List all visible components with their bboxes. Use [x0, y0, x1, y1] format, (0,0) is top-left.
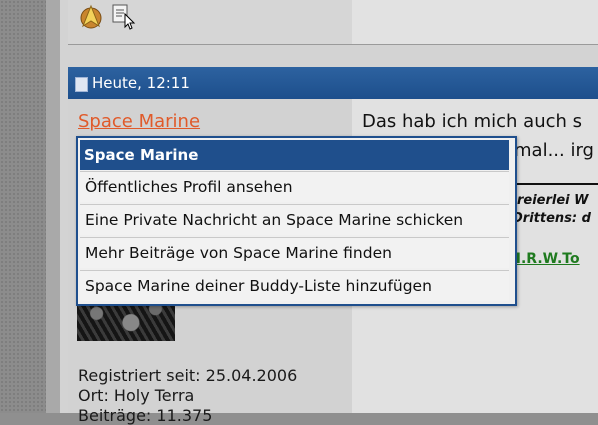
- menu-item-add-to-buddy-list[interactable]: Space Marine deiner Buddy-Liste hinzufüg…: [80, 270, 509, 301]
- location: Ort: Holy Terra: [78, 386, 195, 405]
- menu-item-view-profile[interactable]: Öffentliches Profil ansehen: [80, 171, 509, 202]
- signature-line-2: Drittens: d: [512, 211, 591, 226]
- starfleet-badge-icon[interactable]: [77, 2, 105, 30]
- previous-post-footer: [68, 0, 598, 45]
- menu-item-find-more-posts[interactable]: Mehr Beiträge von Space Marine finden: [80, 237, 509, 268]
- registered-since: Registriert seit: 25.04.2006: [78, 366, 298, 385]
- post-text-line-1: Das hab ich mich auch s: [362, 111, 583, 132]
- post-document-icon: [75, 77, 88, 92]
- menu-item-send-private-message[interactable]: Eine Private Nachricht an Space Marine s…: [80, 204, 509, 235]
- post-header: Heute, 12:11: [68, 67, 598, 99]
- signature-line-1: reierlei W: [517, 193, 589, 208]
- username-link[interactable]: Space Marine: [78, 111, 200, 132]
- page-background: [0, 0, 46, 413]
- user-popup-menu: Space Marine Öffentliches Profil ansehen…: [76, 136, 517, 306]
- popup-menu-title: Space Marine: [80, 140, 509, 170]
- quote-cursor-icon[interactable]: [110, 2, 138, 30]
- post-count: Beiträge: 11.375: [78, 406, 213, 425]
- post-date: Heute, 12:11: [92, 74, 190, 92]
- signature-divider: [517, 183, 598, 185]
- post-text-line-2: mal... irg: [514, 140, 594, 161]
- previous-post-footer-right: [352, 0, 598, 44]
